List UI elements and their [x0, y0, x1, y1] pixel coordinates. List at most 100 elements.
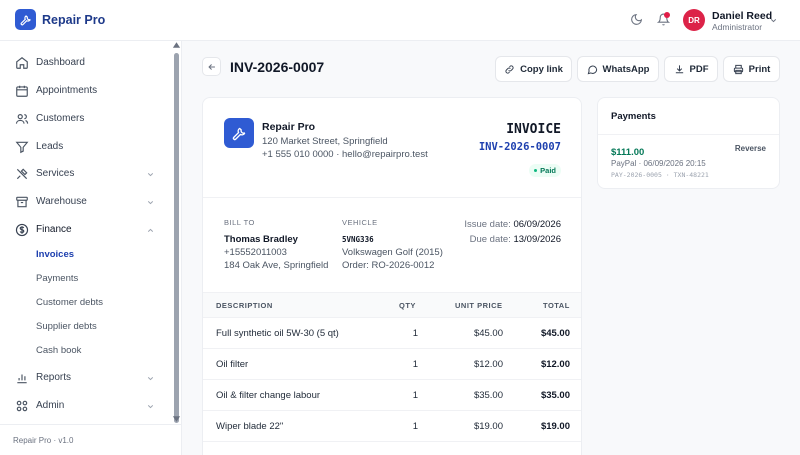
payments-card: Payments $111.00 Reverse PayPal · 06/09/… [597, 97, 780, 189]
invoice-heading: INVOICE [506, 122, 561, 137]
sidebar-item-label: Reports [36, 372, 72, 383]
sidebar-item-dashboard[interactable]: Dashboard [0, 51, 170, 75]
payment-reference: PAY-2026-0005 · TXN-48221 [611, 171, 709, 179]
sidebar-scrollbar[interactable] [174, 53, 179, 423]
sidebar-item-leads[interactable]: Leads [0, 135, 170, 159]
sidebar-item-appointments[interactable]: Appointments [0, 79, 170, 103]
chevron-up-icon [147, 228, 154, 232]
bill-to-label: BILL TO [224, 218, 255, 227]
line-qty: 1 [412, 390, 418, 401]
chevron-down-icon [147, 377, 154, 381]
divider [203, 197, 581, 198]
sidebar-sub-label: Invoices [36, 249, 75, 260]
table-header: DESCRIPTION QTY UNIT PRICE TOTAL [203, 292, 581, 318]
app-name[interactable]: Repair Pro [42, 13, 105, 27]
table-row: Wiper blade 22" 1 $19.00 $19.00 [203, 411, 581, 442]
print-button[interactable]: Print [723, 56, 780, 82]
page-title: INV-2026-0007 [230, 59, 325, 75]
vehicle-label: VEHICLE [342, 218, 378, 227]
calendar-icon [16, 85, 28, 97]
wrench-icon [20, 14, 31, 25]
issue-date-row: Issue date: 06/09/2026 [464, 219, 561, 230]
sidebar-item-services[interactable]: Services [0, 162, 170, 186]
chevron-down-icon [147, 173, 154, 177]
status-dot [534, 169, 538, 172]
sidebar-sub-label: Cash book [36, 345, 82, 356]
sidebar-sub-label: Supplier debts [36, 321, 97, 332]
divider [598, 134, 779, 135]
col-unit-price: UNIT PRICE [455, 301, 503, 310]
whatsapp-button[interactable]: WhatsApp [577, 56, 659, 82]
copy-link-button[interactable]: Copy link [495, 56, 572, 82]
grid-icon [16, 400, 28, 412]
avatar[interactable]: DR [683, 9, 705, 31]
sidebar-item-finance[interactable]: Finance [0, 218, 170, 242]
pdf-button[interactable]: PDF [664, 56, 718, 82]
sidebar-item-warehouse[interactable]: Warehouse [0, 190, 170, 214]
line-unit-price: $35.00 [473, 390, 503, 401]
sidebar-item-label: Leads [36, 141, 64, 152]
sidebar-sub-payments[interactable]: Payments [0, 269, 170, 289]
sidebar-item-label: Finance [36, 224, 72, 235]
company-name: Repair Pro [262, 121, 316, 133]
line-qty: 1 [412, 421, 418, 432]
sidebar-sub-cash-book[interactable]: Cash book [0, 341, 170, 361]
filter-icon [15, 141, 29, 154]
arrow-left-icon [207, 63, 215, 70]
archive-icon [16, 196, 28, 208]
invoice-number: INV-2026-0007 [478, 141, 561, 153]
line-qty: 1 [412, 359, 418, 370]
company-address: 120 Market Street, Springfield [262, 136, 388, 147]
sidebar-item-admin[interactable]: Admin [0, 394, 170, 418]
home-icon [16, 57, 28, 69]
table-row: Oil filter 1 $12.00 $12.00 [203, 349, 581, 380]
issue-date-value: 06/09/2026 [513, 219, 561, 230]
moon-icon[interactable] [630, 13, 643, 26]
due-date-row: Due date: 13/09/2026 [470, 234, 561, 245]
chevron-down-icon[interactable] [769, 16, 778, 25]
customer-name: Thomas Bradley [224, 234, 298, 245]
chevron-down-icon [147, 201, 154, 205]
sidebar-item-label: Dashboard [36, 57, 85, 68]
sidebar-item-label: Warehouse [36, 196, 87, 207]
sidebar-item-reports[interactable]: Reports [0, 366, 170, 390]
sidebar-sub-customer-debts[interactable]: Customer debts [0, 293, 170, 313]
line-description: Full synthetic oil 5W-30 (5 qt) [216, 328, 339, 339]
app-version: Repair Pro · v1.0 [13, 436, 74, 445]
company-contact: +1 555 010 0000 · hello@repairpro.test [262, 149, 428, 160]
line-description: Oil filter [216, 359, 249, 370]
reverse-payment-button[interactable]: Reverse [735, 144, 766, 153]
table-row: Full synthetic oil 5W-30 (5 qt) 1 $45.00… [203, 318, 581, 349]
button-label: Print [748, 63, 771, 75]
line-total: $45.00 [540, 328, 570, 339]
sidebar-footer: Repair Pro · v1.0 [0, 424, 181, 455]
vehicle-order: Order: RO-2026-0012 [342, 260, 435, 271]
line-unit-price: $12.00 [473, 359, 503, 370]
button-label: WhatsApp [602, 63, 650, 75]
line-total: $35.00 [540, 390, 570, 401]
vehicle-model: Volkswagen Golf (2015) [342, 247, 443, 258]
customer-address: 184 Oak Ave, Springfield [224, 260, 329, 271]
col-description: DESCRIPTION [216, 301, 273, 310]
scroll-up-arrow[interactable] [172, 41, 181, 49]
user-name[interactable]: Daniel Reed [712, 10, 772, 22]
button-label: Copy link [520, 63, 563, 75]
app-logo[interactable] [15, 9, 36, 30]
chat-bubble-icon [587, 65, 597, 74]
line-description: Oil & filter change labour [216, 390, 321, 401]
line-total: $12.00 [540, 359, 570, 370]
user-role: Administrator [712, 22, 763, 32]
chevron-down-icon [147, 405, 154, 409]
users-icon [15, 114, 29, 124]
back-button[interactable] [202, 57, 221, 76]
due-date-label: Due date: [469, 234, 511, 245]
dollar-icon [15, 223, 29, 237]
scroll-down-arrow[interactable] [172, 415, 181, 423]
sidebar-item-customers[interactable]: Customers [0, 107, 170, 131]
sidebar-sub-invoices[interactable]: Invoices [0, 245, 170, 265]
vehicle-plate: 5VNG336 [342, 235, 374, 244]
payment-meta: PayPal · 06/09/2026 20:15 [611, 159, 706, 168]
sidebar-sub-supplier-debts[interactable]: Supplier debts [0, 317, 170, 337]
sidebar-sub-label: Payments [36, 273, 79, 284]
issue-date-label: Issue date: [464, 219, 511, 230]
